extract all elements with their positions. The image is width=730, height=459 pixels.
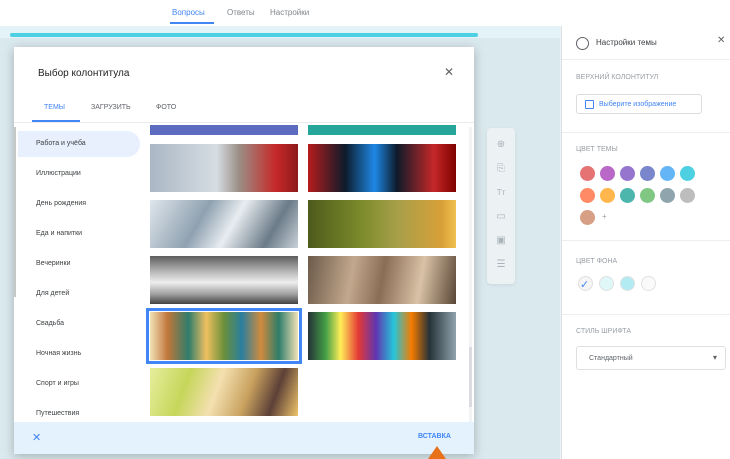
font-style-select[interactable]: Стандартный ▾	[576, 346, 726, 370]
dialog-footer: ✕ ВСТАВКА	[14, 422, 474, 454]
tab-upload[interactable]: ЗАГРУЗИТЬ	[91, 104, 131, 111]
theme-image-thumbnail[interactable]	[146, 308, 302, 364]
category-label: Вечеринки	[36, 260, 71, 267]
category-label: День рождения	[36, 200, 87, 207]
dialog-title: Выбор колонтитула	[38, 68, 130, 79]
theme-image-thumbnail[interactable]	[308, 200, 456, 248]
tab-responses[interactable]: Ответы	[227, 8, 255, 17]
bg-color-swatch[interactable]	[641, 276, 656, 291]
close-icon[interactable]: ✕	[717, 35, 725, 46]
category-label: Для детей	[36, 290, 70, 297]
divider	[562, 240, 730, 241]
header-picker-dialog: Выбор колонтитула ✕ ТЕМЫ ЗАГРУЗИТЬ ФОТО …	[14, 47, 474, 454]
palette-icon	[576, 37, 589, 50]
category-item[interactable]: Вечеринки	[18, 251, 140, 277]
header-section-label: ВЕРХНИЙ КОЛОНТИТУЛ	[576, 74, 659, 81]
category-label: Работа и учёба	[36, 140, 86, 147]
choose-image-button[interactable]: Выберите изображение	[576, 94, 702, 114]
theme-image-thumbnail[interactable]	[150, 144, 298, 192]
theme-color-swatch[interactable]	[660, 188, 675, 203]
theme-color-swatch[interactable]	[600, 166, 615, 181]
theme-image-thumbnail[interactable]	[150, 200, 298, 248]
theme-image-thumbnail[interactable]	[150, 256, 298, 304]
category-item[interactable]: Спорт и игры	[18, 371, 140, 397]
divider	[14, 122, 474, 123]
insert-button[interactable]: ВСТАВКА	[418, 433, 451, 440]
theme-color-swatch[interactable]	[600, 188, 615, 203]
theme-image-thumbnail[interactable]	[308, 125, 456, 135]
divider	[562, 132, 730, 133]
theme-image-thumbnail[interactable]	[308, 144, 456, 192]
theme-color-swatch[interactable]	[640, 188, 655, 203]
tab-themes[interactable]: ТЕМЫ	[44, 104, 65, 111]
bg-color-swatch[interactable]	[620, 276, 635, 291]
category-label: Ночная жизнь	[36, 350, 82, 357]
category-label: Еда и напитки	[36, 230, 83, 237]
choose-image-label: Выберите изображение	[599, 101, 677, 108]
category-item[interactable]: Свадьба	[18, 311, 140, 337]
bg-color-swatch[interactable]	[599, 276, 614, 291]
panel-header: Настройки темы ✕	[562, 26, 730, 60]
category-label: Свадьба	[36, 320, 65, 327]
theme-color-swatch[interactable]	[680, 166, 695, 181]
theme-color-swatch[interactable]	[680, 188, 695, 203]
top-tab-bar: Вопросы Ответы Настройки	[0, 0, 730, 26]
theme-color-swatch[interactable]	[580, 166, 595, 181]
theme-image-thumbnail[interactable]	[308, 256, 456, 304]
theme-color-swatch[interactable]	[620, 166, 635, 181]
theme-color-swatch[interactable]	[660, 166, 675, 181]
theme-color-swatch[interactable]	[580, 188, 595, 203]
theme-color-swatch[interactable]	[640, 166, 655, 181]
tab-questions[interactable]: Вопросы	[172, 8, 205, 17]
bg-color-label: ЦВЕТ ФОНА	[576, 258, 618, 265]
category-item[interactable]: Еда и напитки	[18, 221, 140, 247]
category-label: Иллюстрации	[36, 170, 81, 177]
form-header-accent	[10, 33, 478, 37]
theme-color-swatch[interactable]	[620, 188, 635, 203]
category-list: Работа и учёба Иллюстрации День рождения Ед…	[14, 127, 142, 427]
chevron-down-icon: ▾	[713, 353, 718, 362]
panel-title: Настройки темы	[596, 38, 657, 47]
divider	[562, 314, 730, 315]
theme-image-thumbnail[interactable]	[150, 125, 298, 135]
active-tab-indicator	[170, 22, 214, 24]
category-item[interactable]: Иллюстрации	[18, 161, 140, 187]
theme-image-thumbnail[interactable]	[150, 368, 298, 416]
theme-color-swatch[interactable]	[580, 210, 595, 225]
close-icon[interactable]: ✕	[444, 65, 454, 79]
check-icon: ✓	[580, 279, 590, 291]
close-icon[interactable]: ✕	[32, 431, 41, 444]
theme-color-label: ЦВЕТ ТЕМЫ	[576, 146, 618, 153]
category-item[interactable]: Ночная жизнь	[18, 341, 140, 367]
font-style-label: СТИЛЬ ШРИФТА	[576, 328, 632, 335]
category-item[interactable]: День рождения	[18, 191, 140, 217]
category-label: Спорт и игры	[36, 380, 79, 387]
category-item[interactable]: Для детей	[18, 281, 140, 307]
tab-photos[interactable]: ФОТО	[156, 104, 176, 111]
scrollbar-thumb[interactable]	[469, 347, 472, 407]
font-style-value: Стандартный	[589, 355, 633, 362]
pointer-indicator-icon	[428, 446, 446, 459]
add-color-icon[interactable]: +	[602, 212, 607, 221]
image-icon	[585, 100, 594, 109]
theme-image-thumbnail[interactable]	[308, 312, 456, 360]
category-item[interactable]: Работа и учёба	[18, 131, 140, 157]
tab-settings[interactable]: Настройки	[270, 8, 309, 17]
theme-settings-panel: Настройки темы ✕ ВЕРХНИЙ КОЛОНТИТУЛ Выбе…	[561, 26, 730, 459]
category-label: Путешествия	[36, 410, 80, 417]
